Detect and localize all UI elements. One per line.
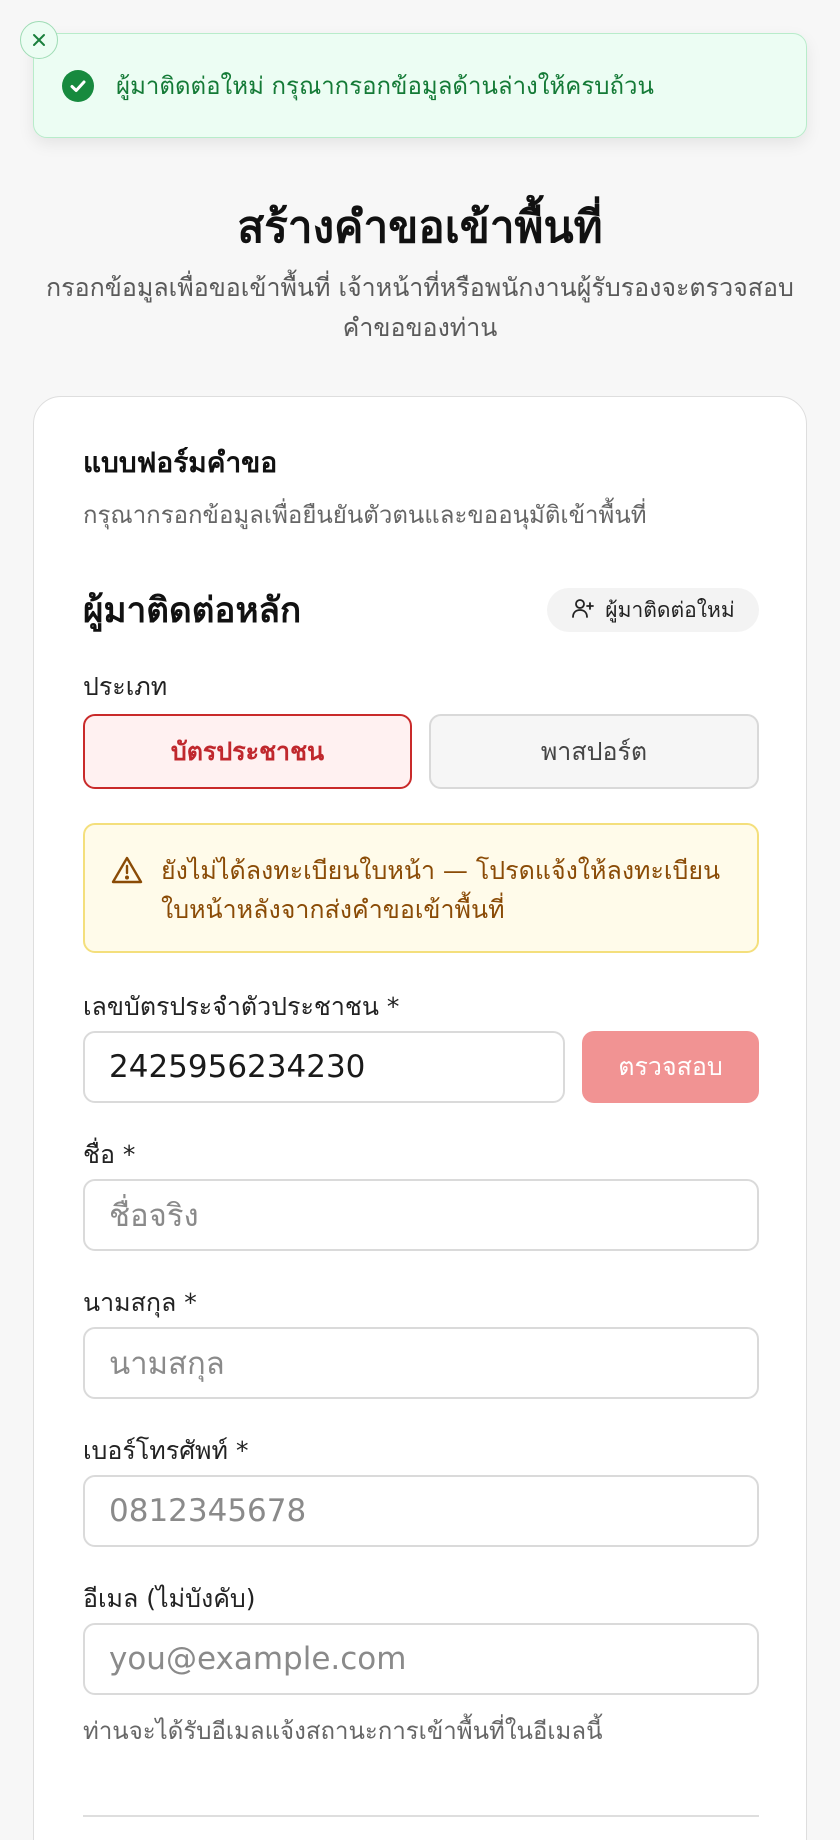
check-circle-icon (62, 69, 94, 102)
close-icon[interactable] (20, 21, 58, 59)
success-toast: ผู้มาติดต่อใหม่ กรุณากรอกข้อมูลด้านล่างใ… (33, 33, 807, 138)
subtitle-line-1: กรอกข้อมูลเพื่อขอเข้าพื้นที่ เจ้าหน้าที่… (46, 273, 794, 302)
form-title: แบบฟอร์มคำขอ (83, 446, 278, 479)
form-description: กรุณากรอกข้อมูลเพื่อยืนยันตัวตนและขออนุม… (83, 501, 647, 529)
id-number-input[interactable]: 2425956234230 (83, 1031, 565, 1103)
alert-line-2: ใบหน้าหลังจากส่งคำขอเข้าพื้นที่ (161, 895, 505, 924)
last-name-label: นามสกุล * (83, 1288, 197, 1317)
verify-button[interactable]: ตรวจสอบ (582, 1031, 759, 1103)
id-number-label: เลขบัตรประจำตัวประชาชน * (83, 992, 400, 1021)
phone-input[interactable]: 0812345678 (83, 1475, 759, 1547)
type-label: ประเภท (83, 672, 168, 701)
new-contact-label: ผู้มาติดต่อใหม่ (605, 597, 735, 622)
page-subtitle: กรอกข้อมูลเพื่อขอเข้าพื้นที่ เจ้าหน้าที่… (30, 268, 810, 348)
warning-icon (111, 855, 143, 896)
first-name-input[interactable]: ชื่อจริง (83, 1179, 759, 1251)
email-input[interactable]: you@example.com (83, 1623, 759, 1695)
face-registration-alert: ยังไม่ได้ลงทะเบียนใบหน้า — โปรดแจ้งให้ลง… (83, 823, 759, 953)
new-contact-button[interactable]: ผู้มาติดต่อใหม่ (547, 588, 759, 632)
page-title: สร้างคำขอเข้าพื้นที่ (237, 202, 603, 253)
request-form-card: แบบฟอร์มคำขอ กรุณากรอกข้อมูลเพื่อยืนยันต… (33, 396, 807, 1840)
user-plus-icon (571, 596, 595, 625)
phone-label: เบอร์โทรศัพท์ * (83, 1436, 249, 1465)
type-option-passport[interactable]: พาสปอร์ต (429, 714, 759, 789)
type-option-id-card[interactable]: บัตรประชาชน (83, 714, 412, 789)
last-name-input[interactable]: นามสกุล (83, 1327, 759, 1399)
email-help-text: ท่านจะได้รับอีเมลแจ้งสถานะการเข้าพื้นที่… (83, 1717, 603, 1745)
alert-line-1: ยังไม่ได้ลงทะเบียนใบหน้า — โปรดแจ้งให้ลง… (161, 856, 721, 885)
toast-message: ผู้มาติดต่อใหม่ กรุณากรอกข้อมูลด้านล่างใ… (116, 72, 654, 100)
first-name-label: ชื่อ * (83, 1140, 136, 1169)
subtitle-line-2: คำขอของท่าน (342, 313, 498, 342)
divider (83, 1815, 759, 1817)
email-label: อีเมล (ไม่บังคับ) (83, 1584, 256, 1613)
